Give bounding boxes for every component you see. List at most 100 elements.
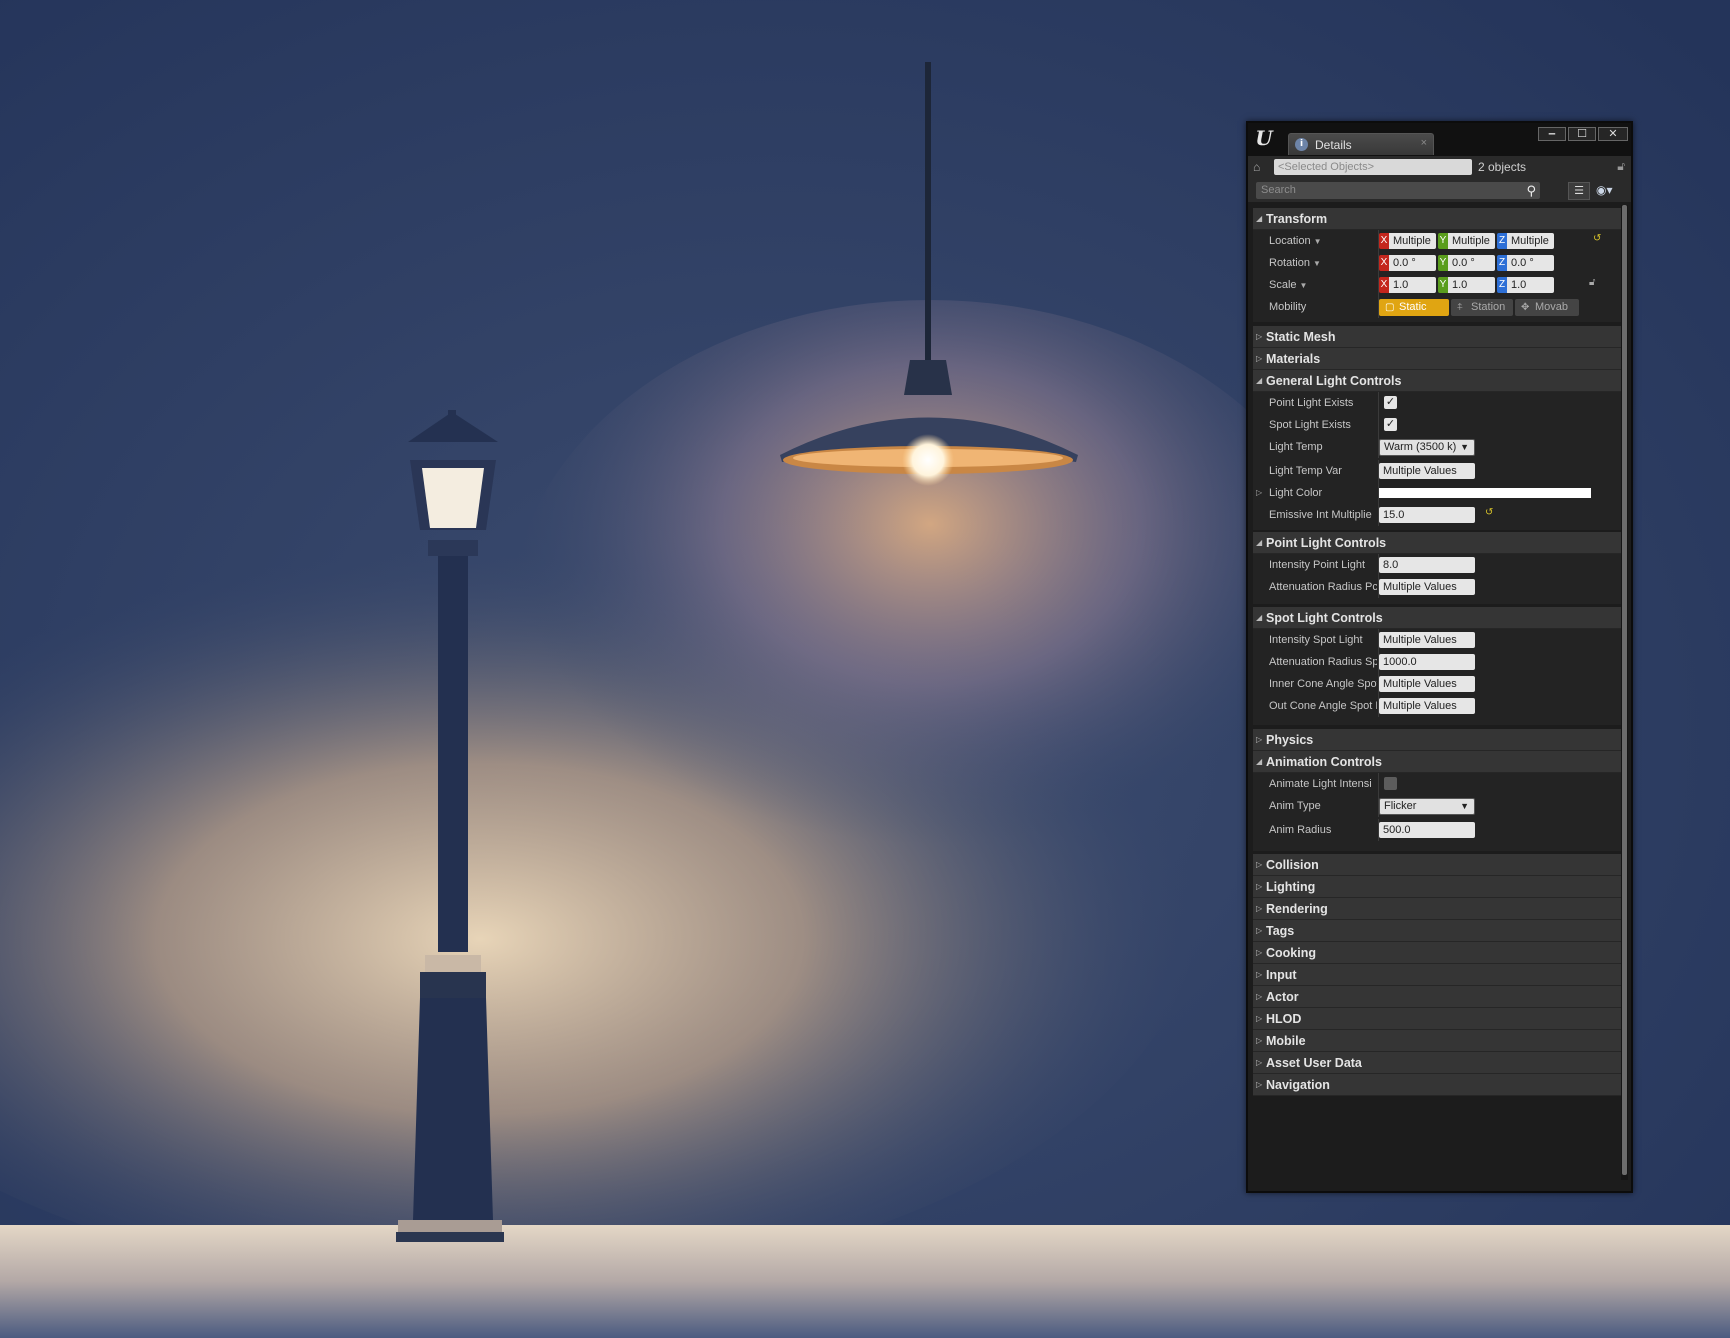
light-color-swatch[interactable] bbox=[1379, 488, 1591, 498]
section-tags[interactable]: ▷ Tags bbox=[1253, 920, 1621, 942]
mobility-static-label: Static bbox=[1399, 301, 1427, 313]
emissive-field[interactable]: 15.0 bbox=[1379, 507, 1475, 523]
tab-close-icon[interactable]: × bbox=[1421, 137, 1427, 149]
section-point-light[interactable]: ◢ Point Light Controls bbox=[1253, 532, 1621, 554]
section-rendering[interactable]: ▷ Rendering bbox=[1253, 898, 1621, 920]
animate-intensity-checkbox[interactable] bbox=[1384, 777, 1397, 790]
mobility-movable-button[interactable]: ✥ Movab bbox=[1515, 299, 1579, 316]
location-z-field[interactable]: Multiple bbox=[1507, 233, 1554, 249]
section-general-light[interactable]: ◢ General Light Controls bbox=[1253, 370, 1621, 392]
section-hlod[interactable]: ▷ HLOD bbox=[1253, 1008, 1621, 1030]
section-asset-user-data[interactable]: ▷ Asset User Data bbox=[1253, 1052, 1621, 1074]
section-input[interactable]: ▷ Input bbox=[1253, 964, 1621, 986]
location-x-field[interactable]: Multiple bbox=[1389, 233, 1436, 249]
prop-intensity-spot: Intensity Spot Light Multiple Values bbox=[1253, 629, 1621, 651]
collapse-arrow-icon: ▷ bbox=[1256, 735, 1263, 744]
rotation-label[interactable]: Rotation ▼ bbox=[1269, 252, 1377, 275]
scale-label-text: Scale bbox=[1269, 279, 1297, 291]
light-temp-dropdown[interactable]: Warm (3500 k) ▼ bbox=[1379, 439, 1475, 456]
lamp-cord bbox=[925, 62, 931, 362]
scale-z-field[interactable]: 1.0 bbox=[1507, 277, 1554, 293]
chevron-down-icon: ▼ bbox=[1299, 281, 1308, 290]
scale-lock-icon[interactable]: 🔓︎ bbox=[1589, 277, 1595, 288]
section-actor[interactable]: ▷ Actor bbox=[1253, 986, 1621, 1008]
minimize-button[interactable]: ‒ bbox=[1538, 127, 1566, 141]
section-transform[interactable]: ◢ Transform bbox=[1253, 208, 1621, 230]
section-title: Point Light Controls bbox=[1266, 536, 1387, 550]
collapse-arrow-icon: ▷ bbox=[1256, 332, 1263, 341]
mobility-stationary-button[interactable]: ⍏ Station bbox=[1451, 299, 1513, 316]
anim-radius-label: Anim Radius bbox=[1269, 824, 1332, 836]
prop-anim-type: Anim Type Flicker ▼ bbox=[1253, 795, 1621, 819]
home-icon[interactable]: ⌂ bbox=[1253, 160, 1267, 174]
section-title: Input bbox=[1266, 968, 1297, 982]
mobility-static-button[interactable]: ▢ Static bbox=[1379, 299, 1449, 316]
eye-icon[interactable]: ◉▾ bbox=[1596, 183, 1613, 197]
section-animation[interactable]: ◢ Animation Controls bbox=[1253, 751, 1621, 773]
column-divider[interactable] bbox=[1378, 773, 1379, 795]
atten-point-field[interactable]: Multiple Values bbox=[1379, 579, 1475, 595]
section-mobile[interactable]: ▷ Mobile bbox=[1253, 1030, 1621, 1052]
lock-icon[interactable]: 🔓︎ bbox=[1617, 159, 1625, 174]
mobility-movable-label: Movab bbox=[1535, 301, 1569, 313]
atten-spot-field[interactable]: 1000.0 bbox=[1379, 654, 1475, 670]
rotation-z-field[interactable]: 0.0 ° bbox=[1507, 255, 1554, 271]
details-titlebar[interactable]: U i Details × ‒ ☐ ✕ bbox=[1248, 123, 1631, 156]
scale-label[interactable]: Scale ▼ bbox=[1269, 274, 1377, 297]
prop-spot-light-exists: Spot Light Exists ✓ bbox=[1253, 414, 1621, 436]
selected-objects-field[interactable]: <Selected Objects> bbox=[1274, 159, 1472, 175]
anim-type-dropdown[interactable]: Flicker ▼ bbox=[1379, 798, 1475, 815]
scale-y-field[interactable]: 1.0 bbox=[1448, 277, 1495, 293]
column-divider[interactable] bbox=[1378, 392, 1379, 414]
section-spot-light[interactable]: ◢ Spot Light Controls bbox=[1253, 607, 1621, 629]
section-title: Rendering bbox=[1266, 902, 1328, 916]
intensity-spot-field[interactable]: Multiple Values bbox=[1379, 632, 1475, 648]
reset-arrow-icon[interactable]: ↺ bbox=[1485, 507, 1493, 518]
section-physics[interactable]: ▷ Physics bbox=[1253, 729, 1621, 751]
collapse-arrow-icon: ▷ bbox=[1256, 926, 1263, 935]
section-collision[interactable]: ▷ Collision bbox=[1253, 854, 1621, 876]
scrollbar[interactable] bbox=[1621, 205, 1628, 1180]
scrollbar-thumb[interactable] bbox=[1622, 205, 1627, 1175]
section-navigation[interactable]: ▷ Navigation bbox=[1253, 1074, 1621, 1096]
spot-light-exists-checkbox[interactable]: ✓ bbox=[1384, 418, 1397, 431]
section-static-mesh[interactable]: ▷ Static Mesh bbox=[1253, 326, 1621, 348]
expand-arrow-icon: ◢ bbox=[1256, 376, 1263, 385]
location-y-field[interactable]: Multiple bbox=[1448, 233, 1495, 249]
location-label[interactable]: Location ▼ bbox=[1269, 230, 1377, 253]
maximize-button[interactable]: ☐ bbox=[1568, 127, 1596, 141]
chevron-down-icon: ▼ bbox=[1313, 237, 1322, 246]
section-lighting[interactable]: ▷ Lighting bbox=[1253, 876, 1621, 898]
tab-details[interactable]: i Details × bbox=[1288, 133, 1434, 155]
section-title: HLOD bbox=[1266, 1012, 1302, 1026]
search-input[interactable]: Search ⚲ bbox=[1256, 182, 1540, 199]
reset-arrow-icon[interactable]: ↺ bbox=[1593, 233, 1601, 244]
inner-cone-field[interactable]: Multiple Values bbox=[1379, 676, 1475, 692]
anim-type-value: Flicker bbox=[1384, 800, 1417, 812]
point-light-exists-checkbox[interactable]: ✓ bbox=[1384, 396, 1397, 409]
close-window-button[interactable]: ✕ bbox=[1598, 127, 1628, 141]
section-cooking[interactable]: ▷ Cooking bbox=[1253, 942, 1621, 964]
grid-view-icon[interactable]: ☰ bbox=[1568, 182, 1590, 200]
collapse-arrow-icon[interactable]: ▷ bbox=[1256, 482, 1262, 504]
section-title: Navigation bbox=[1266, 1078, 1330, 1092]
expand-arrow-icon: ◢ bbox=[1256, 757, 1263, 766]
chevron-down-icon: ▼ bbox=[1460, 442, 1469, 452]
stationary-icon: ⍏ bbox=[1457, 302, 1463, 313]
light-temp-var-field[interactable]: Multiple Values bbox=[1379, 463, 1475, 479]
section-materials[interactable]: ▷ Materials bbox=[1253, 348, 1621, 370]
section-title: Transform bbox=[1266, 212, 1328, 226]
collapse-arrow-icon: ▷ bbox=[1256, 882, 1263, 891]
prop-intensity-point: Intensity Point Light 8.0 bbox=[1253, 554, 1621, 576]
intensity-point-field[interactable]: 8.0 bbox=[1379, 557, 1475, 573]
column-divider[interactable] bbox=[1378, 414, 1379, 436]
prop-atten-point: Attenuation Radius Pc Multiple Values bbox=[1253, 576, 1621, 604]
mobility-label: Mobility bbox=[1269, 301, 1307, 313]
rotation-y-field[interactable]: 0.0 ° bbox=[1448, 255, 1495, 271]
outer-cone-field[interactable]: Multiple Values bbox=[1379, 698, 1475, 714]
anim-radius-field[interactable]: 500.0 bbox=[1379, 822, 1475, 838]
collapse-arrow-icon: ▷ bbox=[1256, 992, 1263, 1001]
scale-x-field[interactable]: 1.0 bbox=[1389, 277, 1436, 293]
prop-light-temp-var: Light Temp Var Multiple Values bbox=[1253, 460, 1621, 482]
rotation-x-field[interactable]: 0.0 ° bbox=[1389, 255, 1436, 271]
